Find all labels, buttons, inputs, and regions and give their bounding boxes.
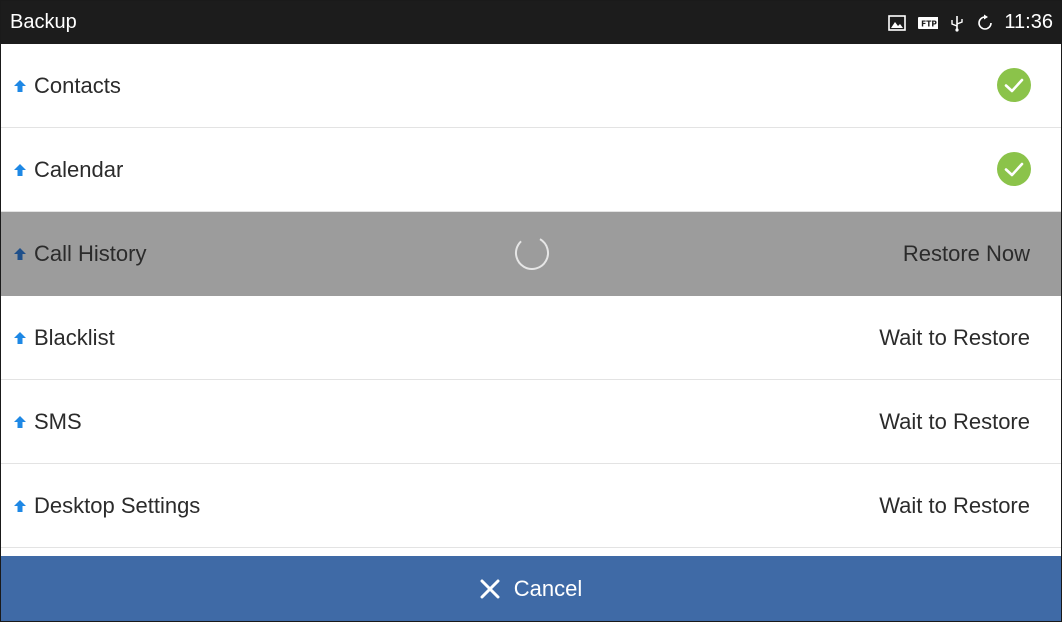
item-label: Blacklist <box>34 325 115 350</box>
close-icon <box>480 579 500 598</box>
app-title: Backup <box>10 11 77 33</box>
upload-arrow-icon <box>14 416 26 428</box>
upload-arrow-icon <box>14 248 26 260</box>
check-icon <box>997 152 1031 186</box>
item-status: Wait to Restore <box>879 325 1030 350</box>
usb-icon <box>951 15 964 32</box>
backup-screen: Backup FTP 11:36 Contacts Calendar Call … <box>0 0 1062 622</box>
item-label: Contacts <box>34 73 121 98</box>
list-item-desktop-settings[interactable]: Desktop Settings Wait to Restore <box>1 464 1061 548</box>
status-bar: Backup FTP 11:36 <box>1 1 1061 44</box>
item-status: Wait to Restore <box>879 493 1030 518</box>
list-item-contacts[interactable]: Contacts <box>1 44 1061 128</box>
item-label: Call History <box>34 241 147 266</box>
item-status: Wait to Restore <box>879 409 1030 434</box>
image-icon <box>888 14 907 31</box>
list-item-sms[interactable]: SMS Wait to Restore <box>1 380 1061 464</box>
upload-arrow-icon <box>14 332 26 344</box>
item-label: Desktop Settings <box>34 493 201 518</box>
upload-arrow-icon <box>14 80 26 92</box>
clock: 11:36 <box>1004 11 1053 33</box>
cancel-button[interactable]: Cancel <box>1 556 1061 621</box>
list-item-call-history[interactable]: Call History Restore Now <box>1 212 1061 296</box>
loading-spinner-icon <box>515 235 549 270</box>
upload-arrow-icon <box>14 500 26 512</box>
status-icons: FTP 11:36 <box>888 1 1053 44</box>
item-label: Calendar <box>34 157 124 182</box>
upload-arrow-icon <box>14 164 26 176</box>
svg-text:FTP: FTP <box>922 19 938 28</box>
sync-icon <box>978 14 993 30</box>
restore-list: Contacts Calendar Call History Restore N… <box>1 44 1061 548</box>
check-icon <box>997 68 1031 102</box>
item-label: SMS <box>34 409 82 434</box>
list-item-calendar[interactable]: Calendar <box>1 128 1061 212</box>
ftp-icon: FTP <box>918 16 939 29</box>
item-status: Restore Now <box>902 241 1030 266</box>
list-item-blacklist[interactable]: Blacklist Wait to Restore <box>1 296 1061 380</box>
cancel-label: Cancel <box>513 575 583 601</box>
